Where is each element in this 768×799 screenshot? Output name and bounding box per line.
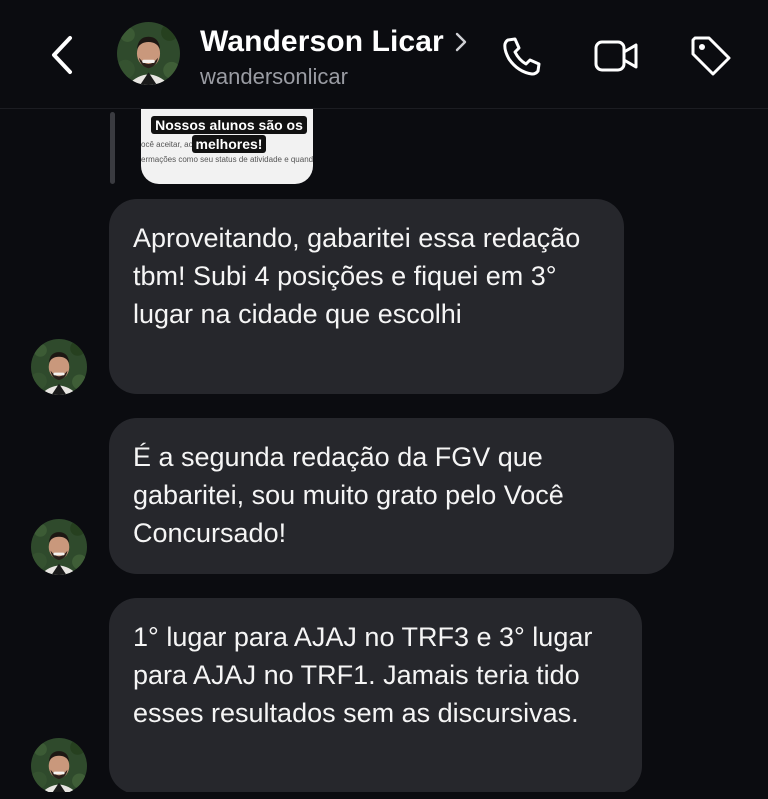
post-snippet-line: ermações como seu status de atividade e … (141, 155, 313, 164)
contact-avatar[interactable] (117, 22, 180, 85)
back-arrow-icon[interactable] (40, 30, 84, 80)
message-bubble[interactable]: 1° lugar para AJAJ no TRF3 e 3° lugar pa… (109, 598, 642, 794)
message-bubble[interactable]: Aproveitando, gabaritei essa redação tbm… (109, 199, 624, 394)
chat-header: Wanderson Licar wandersonlicar (0, 0, 768, 109)
contact-handle: wandersonlicar (200, 64, 348, 89)
sender-avatar[interactable] (31, 339, 87, 395)
tag-icon[interactable] (687, 32, 735, 80)
contact-name[interactable]: Wanderson Licar (200, 25, 444, 59)
post-caption-line: Nossos alunos são os (151, 116, 307, 134)
post-caption: Nossos alunos são os melhores! (146, 116, 312, 154)
post-caption-line: melhores! (191, 135, 267, 153)
sender-avatar[interactable] (31, 738, 87, 794)
message-bubble[interactable]: É a segunda redação da FGV que gabaritei… (109, 418, 674, 574)
chevron-right-icon (455, 32, 466, 52)
contact-name-row[interactable]: Wanderson Licar (200, 24, 468, 60)
reply-indicator (110, 112, 115, 184)
composer-edge (0, 792, 768, 799)
phone-icon[interactable] (498, 32, 546, 80)
sender-avatar[interactable] (31, 519, 87, 575)
video-camera-icon[interactable] (592, 32, 640, 80)
